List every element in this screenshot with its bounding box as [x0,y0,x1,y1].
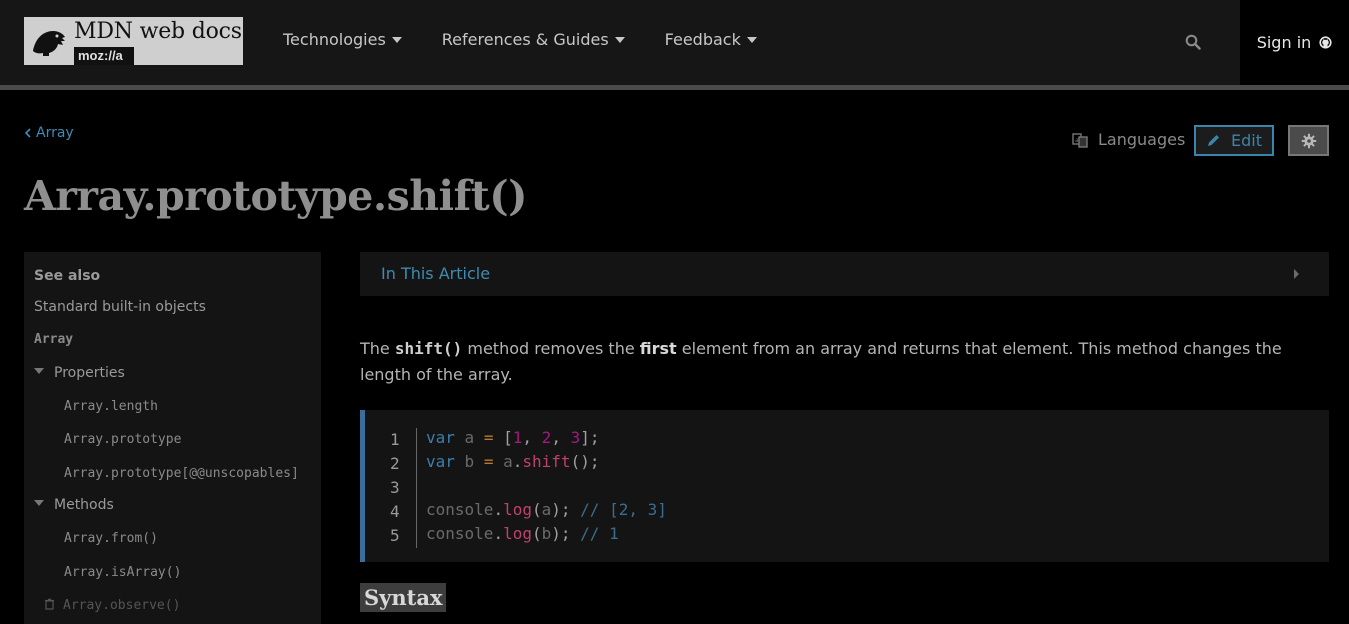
pencil-icon [1208,135,1219,146]
sidebar-item-array-from[interactable]: Array.from() [64,531,158,546]
code-example: 1 2 3 4 5 var a = [1, 2, 3]; var b = a.s… [360,410,1329,562]
sidebar-standard-objects-link[interactable]: Standard built-in objects [34,299,206,315]
syntax-heading: Syntax [360,583,447,612]
github-icon [1319,36,1332,49]
in-this-article-toggle[interactable]: In This Article [360,252,1329,296]
sidebar-see-also: See also [34,268,101,284]
breadcrumb-parent-link[interactable]: Array [36,125,74,141]
sidebar-item-array-observe[interactable]: Array.observe() [44,598,180,613]
sidebar-item-array-unscopables[interactable]: Array.prototype[@@unscopables] [64,466,299,481]
caret-down-icon [746,36,757,43]
sidebar: See also Standard built-in objects Array… [24,252,321,624]
sidebar-item-array-prototype[interactable]: Array.prototype [64,432,181,447]
toc-title: In This Article [381,264,491,283]
code-line-5: console.log(b); // 1 [426,524,619,543]
search-icon[interactable] [1185,34,1201,50]
triangle-right-icon [1294,269,1299,279]
code-lines: var a = [1, 2, 3]; var b = a.shift(); co… [426,426,667,546]
language-icon: a [1072,132,1088,148]
mdn-logo[interactable]: MDN web docs moz://a [24,17,243,65]
method-name-code: shift() [394,339,463,358]
code-line-1: var a = [1, 2, 3]; [426,428,600,447]
breadcrumb[interactable]: Array [24,125,74,141]
mozilla-wordmark: moz://a [73,47,134,65]
nav-references-guides[interactable]: References & Guides [442,30,625,49]
sign-in-button[interactable]: Sign in [1240,0,1349,85]
caret-down-icon [391,36,402,43]
caret-down-icon [614,36,625,43]
dino-logo-icon [24,17,73,65]
sidebar-methods-toggle[interactable]: Methods [34,497,114,513]
nav-technologies[interactable]: Technologies [283,30,402,49]
edit-button[interactable]: Edit [1194,125,1274,156]
nav-feedback[interactable]: Feedback [665,30,757,49]
line-numbers: 1 2 3 4 5 [390,428,417,548]
settings-button[interactable] [1288,125,1329,156]
logo-title: MDN web docs [74,19,242,44]
header-divider [0,85,1349,90]
main-nav: Technologies References & Guides Feedbac… [283,30,797,49]
page-title: Array.prototype.shift() [24,172,528,220]
triangle-down-icon [34,368,44,374]
triangle-down-icon [34,500,44,506]
trash-icon [45,598,54,610]
sidebar-item-array-isarray[interactable]: Array.isArray() [64,565,181,580]
site-header: MDN web docs moz://a Technologies Refere… [0,0,1349,85]
code-line-2: var b = a.shift(); [426,452,600,471]
gear-icon [1301,133,1316,148]
chevron-left-icon [24,128,31,138]
intro-paragraph: The shift() method removes the first ele… [360,339,1282,384]
sidebar-properties-toggle[interactable]: Properties [34,365,125,381]
languages-button[interactable]: a Languages [1072,130,1185,149]
code-line-4: console.log(a); // [2, 3] [426,500,667,519]
svg-text:a: a [1075,137,1079,144]
sidebar-array-link[interactable]: Array [34,332,73,347]
sidebar-item-array-length[interactable]: Array.length [64,399,158,414]
